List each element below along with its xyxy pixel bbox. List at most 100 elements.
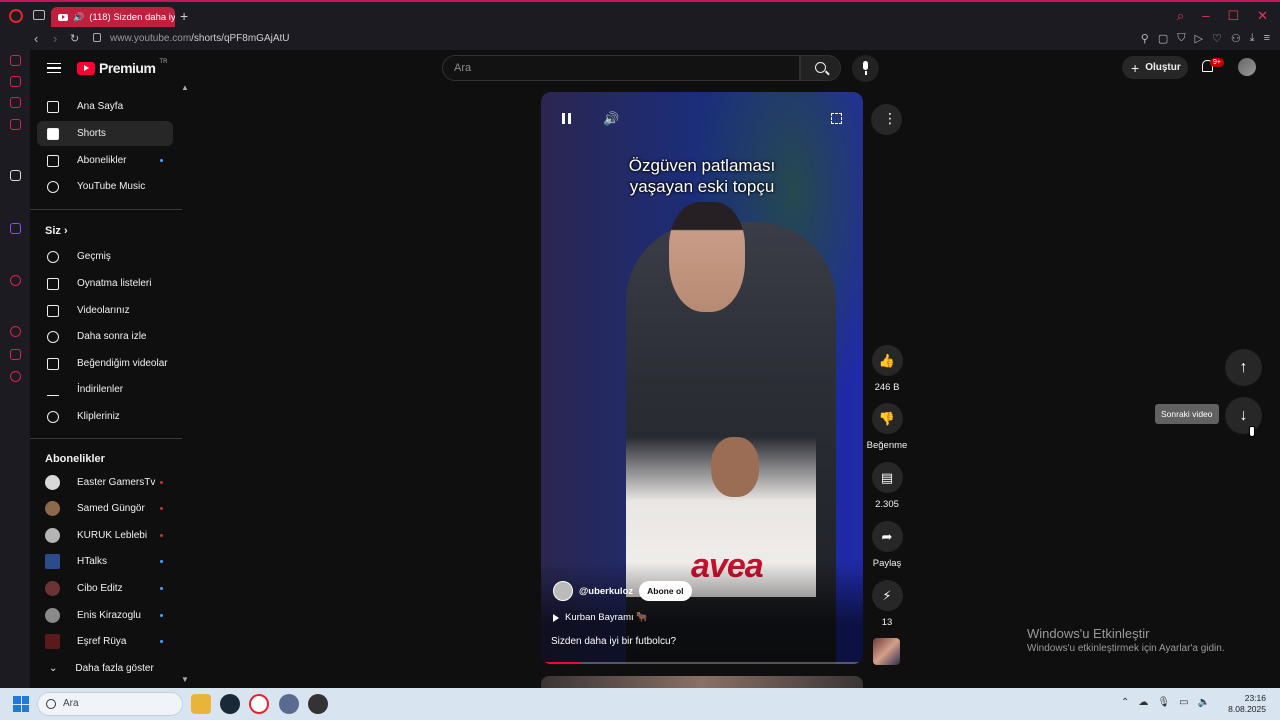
twitch-icon[interactable] [10,223,21,234]
sidebar-app-icon[interactable] [10,170,21,181]
subscription-channel[interactable]: KURUK Leblebi [37,523,173,548]
show-more-button[interactable]: ⌄ Daha fazla göster [37,656,173,681]
microphone-icon[interactable]: 🎙 [1157,697,1170,708]
subscription-channel[interactable]: Enis Kirazoglu [37,603,173,628]
network-icon[interactable]: ☁ [1138,697,1148,708]
browser-titlebar: 🔊 (118) Sizden daha iyi b + ⌕ – ☐ ✕ [0,0,1280,29]
more-options-button[interactable] [871,104,902,135]
scroll-up-arrow[interactable]: ▲ [181,83,189,92]
remix-button[interactable]: ⚡ [871,580,903,611]
share-button[interactable]: ➦ [871,521,903,552]
nav-history[interactable]: Geçmiş [37,244,173,269]
channel-name[interactable]: @uberkuloz [579,586,633,597]
search-input[interactable]: Ara [442,55,800,81]
nav-home[interactable]: Ana Sayfa [37,94,173,119]
app-taskbar-icon[interactable] [279,694,299,714]
speaker-icon[interactable]: 🔈 [1198,697,1210,708]
downloads-icon[interactable]: ⤓ [1250,32,1255,45]
taskbar-clock[interactable]: 23:16 8.08.2025 [1228,693,1266,715]
new-tab-button[interactable]: + [180,8,188,24]
steam-icon[interactable] [220,694,240,714]
channel-avatar [45,608,60,623]
volume-icon[interactable]: 🔊 [603,111,619,127]
subscribe-button[interactable]: Abone ol [639,581,692,601]
search-button[interactable] [800,55,841,81]
subscription-channel[interactable]: Eşref Rüya [37,629,173,654]
pause-button[interactable] [562,113,571,124]
like-action: 👍 246 B [862,345,912,393]
new-content-dot [160,560,163,563]
remix-action: ⚡ 13 [862,580,912,628]
subscription-channel[interactable]: Cibo Editz [37,576,173,601]
subscription-channel[interactable]: Samed Güngör [37,496,173,521]
pin-icon[interactable]: ⚲ [1141,32,1149,45]
menu-icon[interactable]: ≡ [1264,32,1270,45]
maximize-button[interactable]: ☐ [1227,8,1239,24]
scroll-down-arrow[interactable]: ▼ [181,675,189,684]
subscription-channel[interactable]: HTalks [37,549,173,574]
sidebar-app-icon[interactable] [10,349,21,360]
nav-shorts[interactable]: Shorts [37,121,173,146]
next-video-preview[interactable] [541,676,863,688]
user-avatar[interactable] [1238,58,1256,76]
profile-icon[interactable]: ⚇ [1231,32,1241,45]
music-link[interactable]: Kurban Bayramı 🐂 [553,612,648,623]
shorts-video-player[interactable]: avea Özgüven patlaması yaşayan eski topç… [541,92,863,664]
back-button[interactable]: ‹ [34,31,38,46]
create-button[interactable]: + Oluştur [1122,56,1188,79]
nav-clips[interactable]: Klipleriniz [37,404,173,429]
nav-liked-videos[interactable]: Beğendiğim videolar [37,351,173,376]
nav-downloads[interactable]: İndirilenler [37,377,173,402]
nav-watch-later[interactable]: Daha sonra izle [37,324,173,349]
settings-icon[interactable] [10,371,21,382]
reload-button[interactable]: ↻ [70,32,79,45]
lock-icon[interactable] [93,33,101,42]
subscription-channel[interactable]: Easter GamersTv [37,470,173,495]
close-window-button[interactable]: ✕ [1257,8,1268,24]
voice-search-button[interactable] [852,55,879,82]
obs-icon[interactable] [308,694,328,714]
minimize-button[interactable]: – [1202,8,1209,24]
sidebar-app-icon[interactable] [10,119,21,130]
nav-playlists[interactable]: Oynatma listeleri [37,271,173,296]
shield-icon[interactable]: ⛉ [1177,32,1185,45]
nav-youtube-music[interactable]: YouTube Music [37,174,173,199]
hamburger-menu-icon[interactable] [47,63,61,73]
you-section-title[interactable]: Siz › [45,225,68,237]
taskbar-search[interactable]: Ara [37,692,183,716]
chevron-up-icon[interactable]: ⌃ [1121,697,1129,708]
next-video-button[interactable]: ↓ [1225,397,1262,434]
speaker-icon[interactable]: 🔊 [73,12,84,23]
forward-button[interactable]: › [53,31,57,46]
system-tray: ⌃ ☁ 🎙 ▭ 🔈 [1121,697,1210,708]
like-button[interactable]: 👍 [871,345,903,376]
progress-bar[interactable] [545,662,859,664]
opera-taskbar-icon[interactable] [249,694,269,714]
sidebar-app-icon[interactable] [10,97,21,108]
player-icon[interactable]: ▷ [1194,32,1202,45]
url-field[interactable]: www.youtube.com/shorts/qPF8mGAjAtU [110,33,290,44]
nav-subscriptions[interactable]: Abonelikler [37,148,173,173]
tab-overview-icon[interactable] [33,10,45,20]
display-icon[interactable]: ▭ [1179,697,1188,708]
share-label: Paylaş [872,558,902,569]
sidebar-app-icon[interactable] [10,55,21,66]
dislike-button[interactable]: 👎 [871,403,903,434]
nav-your-videos[interactable]: Videolarınız [37,298,173,323]
windows-start-icon[interactable] [13,696,29,712]
search-tabs-icon[interactable]: ⌕ [1177,8,1184,24]
previous-video-button[interactable]: ↑ [1225,349,1262,386]
sidebar-app-icon[interactable] [10,275,21,286]
sound-thumbnail[interactable] [873,638,900,665]
sidebar-app-icon[interactable] [10,76,21,87]
youtube-logo[interactable]: Premium TR [77,59,167,76]
snapshot-icon[interactable]: ▢ [1158,32,1168,45]
comments-button[interactable]: ▤ [871,462,903,493]
channel-avatar[interactable] [553,581,573,601]
browser-tab-active[interactable]: 🔊 (118) Sizden daha iyi b [51,7,175,27]
opera-logo-icon[interactable] [9,9,23,23]
file-explorer-icon[interactable] [191,694,211,714]
history-sidebar-icon[interactable] [10,326,21,337]
fullscreen-icon[interactable] [831,113,842,124]
heart-icon[interactable]: ♡ [1212,32,1222,45]
